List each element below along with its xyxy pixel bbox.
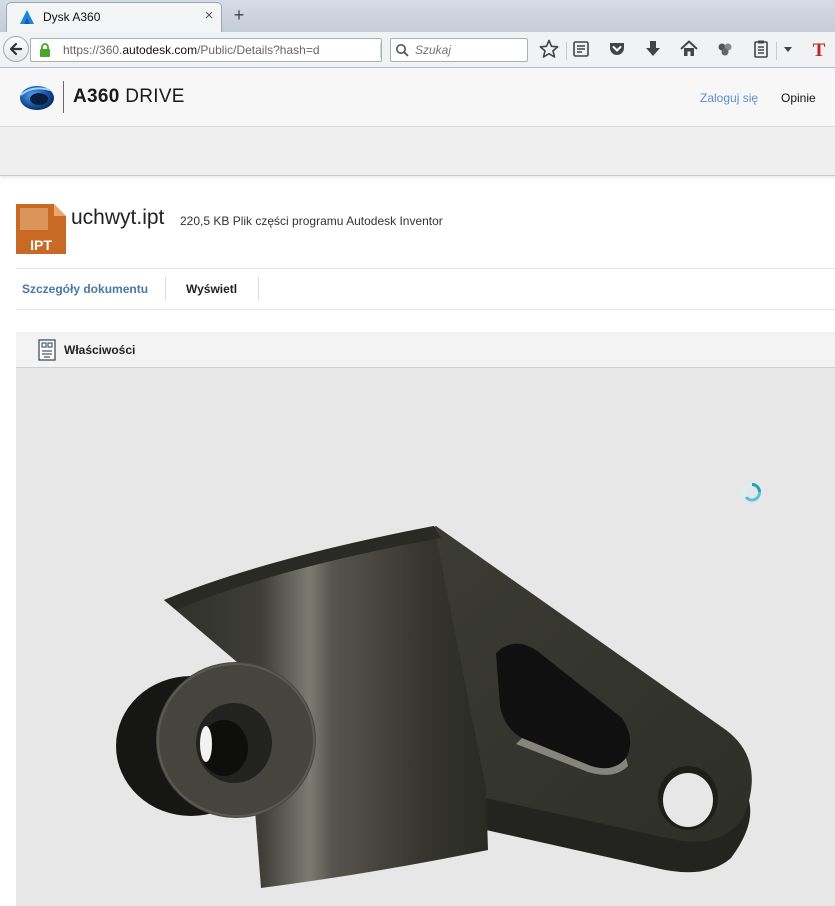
urlbar-divider [380, 43, 381, 58]
close-tab-icon[interactable]: × [201, 7, 217, 25]
browser-tab[interactable]: Dysk A360 × [6, 2, 222, 32]
tab-view[interactable]: Wyświetl [186, 282, 237, 296]
toolbar-divider [776, 42, 777, 60]
properties-icon [38, 339, 56, 361]
back-arrow-icon [9, 42, 23, 56]
svg-text:T: T [813, 40, 826, 60]
lock-icon [40, 43, 50, 57]
a360-logo-icon[interactable] [18, 81, 56, 113]
model-arm-hole [663, 773, 713, 827]
logo-divider [63, 81, 64, 113]
login-link[interactable]: Zaloguj się [700, 91, 758, 105]
search-icon [396, 44, 409, 57]
search-bar[interactable] [390, 38, 528, 62]
model-bore-highlight [200, 726, 212, 762]
loading-spinner-icon [743, 483, 761, 502]
search-input[interactable] [415, 42, 523, 58]
t-extension-icon[interactable]: T [808, 38, 830, 60]
tab-document-details[interactable]: Szczegóły dokumentu [22, 282, 148, 296]
logo-a360: A360 [73, 86, 120, 107]
tab-divider [165, 277, 166, 301]
file-name: uchwyt.ipt [71, 206, 165, 229]
pocket-icon[interactable] [606, 38, 628, 60]
url-prefix: https://360. [63, 43, 123, 57]
url-domain: autodesk.com [122, 43, 198, 57]
star-icon[interactable] [538, 38, 560, 60]
toolbar-divider [566, 42, 567, 60]
3d-viewer[interactable] [16, 368, 835, 906]
tab-divider [258, 277, 259, 301]
extension-icon[interactable] [714, 38, 736, 60]
3d-model[interactable] [16, 368, 835, 906]
file-icon-label: IPT [30, 237, 52, 253]
browser-toolbar: https://360.autodesk.com/Public/Details?… [0, 32, 835, 68]
download-icon[interactable] [642, 38, 664, 60]
reading-list-icon[interactable] [570, 38, 592, 60]
url-text[interactable]: https://360.autodesk.com/Public/Details?… [63, 43, 320, 57]
autodesk-favicon-icon [20, 10, 34, 24]
app-header: A360 DRIVE Zaloguj się Opinie [0, 68, 835, 127]
logo-drive: DRIVE [119, 86, 185, 107]
browser-tab-title: Dysk A360 [43, 10, 101, 24]
menu-dropdown-icon[interactable] [780, 38, 796, 60]
new-tab-button[interactable]: + [228, 4, 250, 26]
feedback-link[interactable]: Opinie [781, 91, 816, 105]
home-icon[interactable] [678, 38, 700, 60]
app-logo-text: A360 DRIVE [73, 86, 185, 108]
secondary-bar [0, 127, 835, 176]
ipt-file-icon: IPT [16, 204, 66, 254]
address-bar[interactable]: https://360.autodesk.com/Public/Details?… [30, 38, 404, 62]
properties-label: Właściwości [64, 343, 136, 357]
browser-tab-strip: Dysk A360 × + [0, 0, 835, 32]
url-path: /Public/Details?hash=d [197, 43, 320, 57]
properties-bar[interactable]: Właściwości [16, 332, 835, 368]
document-tabs: Szczegóły dokumentu Wyświetl [16, 268, 835, 310]
clipboard-icon[interactable] [750, 38, 772, 60]
back-button[interactable] [3, 36, 29, 62]
file-meta: 220,5 KB Plik części programu Autodesk I… [180, 214, 443, 228]
